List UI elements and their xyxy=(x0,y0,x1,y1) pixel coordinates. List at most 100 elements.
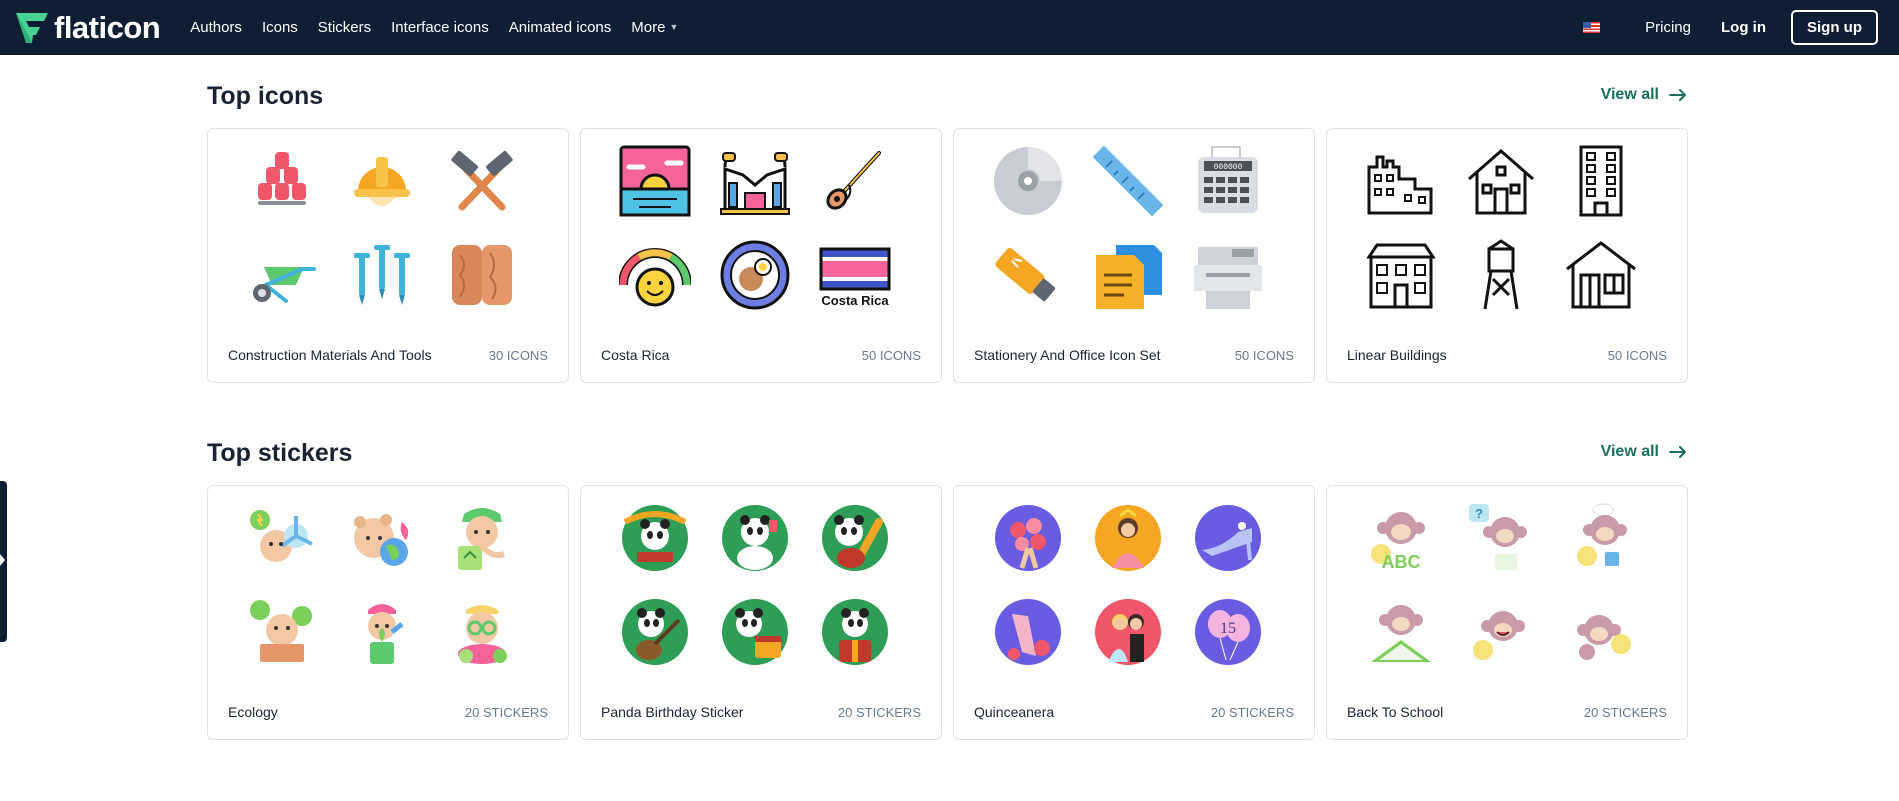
factory-building-icon xyxy=(1365,145,1437,217)
arrow-right-icon xyxy=(1669,446,1686,458)
bear-wind-turbine-sticker xyxy=(246,502,318,574)
view-all-stickers-link[interactable]: View all xyxy=(1601,443,1687,461)
bear-glasses-sticker xyxy=(446,596,518,668)
bricks-icon xyxy=(246,145,318,217)
modern-house-icon xyxy=(1565,239,1637,311)
icon-pack-cards: Construction Materials And Tools 30 ICON… xyxy=(207,128,1688,383)
balloon-number: 15 xyxy=(1220,620,1236,637)
tower-block-icon xyxy=(1565,145,1637,217)
pack-name: Costa Rica xyxy=(601,347,670,363)
top-navigation: flaticon Authors Icons Stickers Interfac… xyxy=(0,0,1899,55)
nav-link-icons[interactable]: Icons xyxy=(262,19,298,36)
arrow-right-icon xyxy=(1669,89,1686,101)
cash-register-icon: 000000 xyxy=(1192,145,1264,217)
pack-name: Construction Materials And Tools xyxy=(228,347,432,363)
water-tower-icon xyxy=(1465,239,1537,311)
nav-link-more-label: More xyxy=(631,19,666,36)
monkey-abc-sticker: ABC xyxy=(1365,502,1437,574)
view-all-label: View all xyxy=(1600,443,1659,460)
icon-preview-grid: Costa Rica xyxy=(619,145,909,311)
pack-count: 20 STICKERS xyxy=(464,705,548,720)
pack-count: 20 STICKERS xyxy=(1210,705,1294,720)
sticker-pack-card[interactable]: 15 Quinceanera 20 STICKERS xyxy=(953,485,1315,740)
high-heel-shoe-sticker xyxy=(1192,502,1264,574)
monkey-ball-sticker xyxy=(1565,596,1637,668)
pack-count: 50 ICONS xyxy=(1234,348,1294,363)
wood-planks-icon xyxy=(446,239,518,311)
nav-link-stickers[interactable]: Stickers xyxy=(318,19,371,36)
hard-hat-icon xyxy=(346,145,418,217)
nav-link-authors[interactable]: Authors xyxy=(190,19,242,36)
panda-champagne-sticker xyxy=(819,502,891,574)
monkey-question-sticker: ? xyxy=(1465,502,1537,574)
icon-pack-card[interactable]: 000000 Stationery And Office Icon Set 50… xyxy=(953,128,1315,383)
login-link[interactable]: Log in xyxy=(1721,19,1766,36)
flaticon-logo[interactable]: flaticon xyxy=(14,0,161,55)
food-plate-icon xyxy=(719,239,791,311)
panda-juice-sticker xyxy=(719,502,791,574)
chevron-down-icon: ▼ xyxy=(669,22,679,32)
nav-link-more[interactable]: More ▼ xyxy=(631,19,678,36)
pack-count: 20 STICKERS xyxy=(1583,705,1667,720)
icon-pack-card[interactable]: Linear Buildings 50 ICONS xyxy=(1326,128,1688,383)
quinceanera-girl-sticker xyxy=(1092,502,1164,574)
panda-guitar-sticker xyxy=(619,596,691,668)
shoe-roses-sticker xyxy=(992,596,1064,668)
icon-pack-card[interactable]: Costa Rica Costa Rica 50 ICONS xyxy=(580,128,942,383)
flaticon-logo-icon xyxy=(16,12,48,43)
sticker-preview-grid xyxy=(619,502,909,668)
pack-name: Linear Buildings xyxy=(1347,347,1447,363)
nav-link-animated-icons[interactable]: Animated icons xyxy=(509,19,612,36)
sticker-pack-card[interactable]: ABC ? Back To School 20 STICKERS xyxy=(1326,485,1688,740)
monkey-laughing-sticker xyxy=(1465,596,1537,668)
sticker-pack-card[interactable]: Panda Birthday Sticker 20 STICKERS xyxy=(580,485,942,740)
pack-count: 30 ICONS xyxy=(488,348,548,363)
pack-name: Ecology xyxy=(228,704,278,720)
panda-gift-sticker xyxy=(819,596,891,668)
house-icon xyxy=(1465,145,1537,217)
sticker-pack-card[interactable]: Ecology 20 STICKERS xyxy=(207,485,569,740)
us-flag-icon[interactable] xyxy=(1583,22,1601,33)
bear-recycle-bag-sticker xyxy=(446,502,518,574)
pack-count: 20 STICKERS xyxy=(837,705,921,720)
bear-plant-pot-sticker xyxy=(346,596,418,668)
bear-sign-sticker xyxy=(246,596,318,668)
school-building-icon xyxy=(1365,239,1437,311)
pack-name: Back To School xyxy=(1347,704,1444,720)
balloons-15-sticker: 15 xyxy=(1192,596,1264,668)
costa-rica-flag-icon: Costa Rica xyxy=(819,239,891,311)
documents-icon xyxy=(1092,239,1164,311)
icon-preview-grid xyxy=(246,145,536,311)
wheelbarrow-icon xyxy=(246,239,318,311)
sticker-preview-grid: ABC ? xyxy=(1365,502,1655,668)
pack-name: Stationery And Office Icon Set xyxy=(974,347,1161,363)
pack-name: Panda Birthday Sticker xyxy=(601,704,744,720)
section-title: Top icons xyxy=(207,82,324,110)
nav-link-interface-icons[interactable]: Interface icons xyxy=(391,19,489,36)
smiley-meter-icon xyxy=(619,239,691,311)
bear-earth-sticker xyxy=(346,502,418,574)
abc-blocks-text: ABC xyxy=(1382,552,1421,572)
signup-button[interactable]: Sign up xyxy=(1791,10,1878,45)
chevron-right-icon xyxy=(0,554,5,566)
printer-icon xyxy=(1192,239,1264,311)
pricing-link[interactable]: Pricing xyxy=(1645,19,1691,36)
ruler-icon xyxy=(1092,145,1164,217)
register-display: 000000 xyxy=(1214,163,1243,172)
side-panel-toggle[interactable] xyxy=(0,481,7,642)
volcano-observatory-icon xyxy=(719,145,791,217)
flower-bouquet-sticker xyxy=(992,502,1064,574)
hammers-icon xyxy=(446,145,518,217)
nav-right: Pricing Log in Sign up xyxy=(1583,0,1878,55)
monkey-book-sticker xyxy=(1365,596,1437,668)
icon-pack-card[interactable]: Construction Materials And Tools 30 ICON… xyxy=(207,128,569,383)
view-all-icons-link[interactable]: View all xyxy=(1601,86,1687,104)
view-all-label: View all xyxy=(1600,86,1659,103)
cd-disc-icon xyxy=(992,145,1064,217)
guitar-icon xyxy=(819,145,891,217)
panda-cake-sticker xyxy=(719,596,791,668)
sunset-beach-icon xyxy=(619,145,691,217)
nav-links: Authors Icons Stickers Interface icons A… xyxy=(190,0,698,55)
usb-drive-icon xyxy=(992,239,1064,311)
section-title: Top stickers xyxy=(207,439,353,467)
